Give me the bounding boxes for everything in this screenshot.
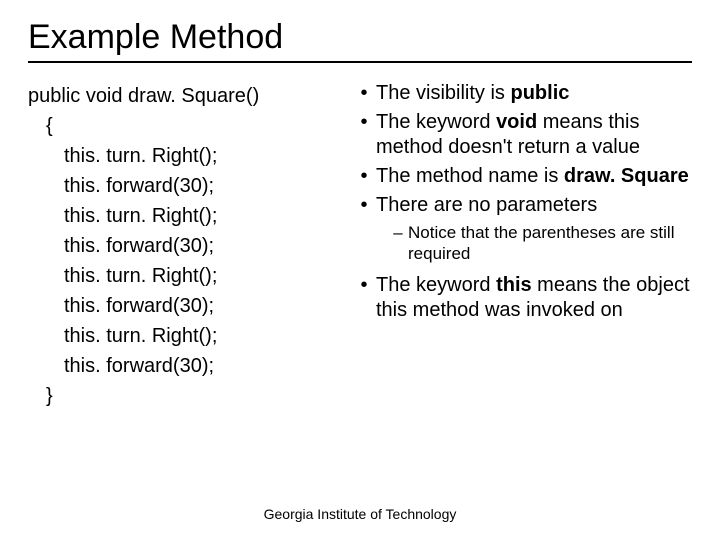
code-line: { — [28, 111, 328, 141]
title-underline — [28, 61, 692, 63]
bullet-item: • The keyword this means the object this… — [352, 273, 692, 323]
code-line: this. turn. Right(); — [28, 141, 328, 171]
bullet-text: There are no parameters — [376, 193, 692, 218]
bullet-item: • The keyword void means this method doe… — [352, 110, 692, 160]
bullet-dot-icon: • — [352, 273, 376, 323]
bullet-item: • The method name is draw. Square — [352, 164, 692, 189]
bullet-bold: void — [496, 111, 537, 133]
code-line: this. turn. Right(); — [28, 261, 328, 291]
bullet-bold: draw. Square — [564, 165, 689, 187]
slide-title: Example Method — [28, 18, 692, 57]
bullet-text: The keyword — [376, 274, 496, 296]
bullet-list: • The visibility is public • The keyword… — [352, 81, 692, 411]
footer-text: Georgia Institute of Technology — [0, 506, 720, 522]
code-line: this. forward(30); — [28, 291, 328, 321]
code-line: this. forward(30); — [28, 351, 328, 381]
code-line: } — [28, 381, 328, 411]
code-line: this. turn. Right(); — [28, 201, 328, 231]
bullet-item: • There are no parameters — [352, 193, 692, 218]
code-line: this. forward(30); — [28, 171, 328, 201]
bullet-text: The keyword — [376, 111, 496, 133]
bullet-dot-icon: • — [352, 193, 376, 218]
bullet-item: • The visibility is public — [352, 81, 692, 106]
content-area: public void draw. Square() { this. turn.… — [28, 81, 692, 411]
bullet-dot-icon: • — [352, 164, 376, 189]
code-line: public void draw. Square() — [28, 81, 328, 111]
sub-bullet-item: – Notice that the parentheses are still … — [388, 222, 692, 265]
code-line: this. forward(30); — [28, 231, 328, 261]
sub-bullet-text: Notice that the parentheses are still re… — [408, 222, 692, 265]
code-block: public void draw. Square() { this. turn.… — [28, 81, 328, 411]
bullet-bold: this — [496, 274, 532, 296]
bullet-dot-icon: • — [352, 81, 376, 106]
bullet-dot-icon: • — [352, 110, 376, 160]
code-line: this. turn. Right(); — [28, 321, 328, 351]
dash-icon: – — [388, 222, 408, 265]
bullet-bold: public — [510, 82, 569, 104]
bullet-text: The visibility is — [376, 82, 510, 104]
bullet-text: The method name is — [376, 165, 564, 187]
